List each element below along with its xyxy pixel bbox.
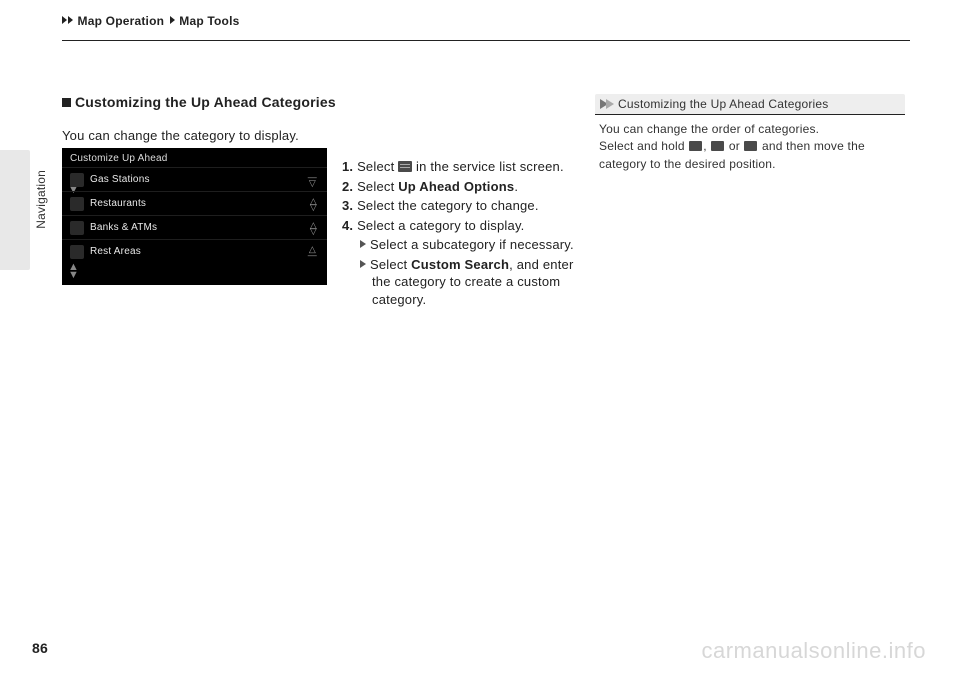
restaurant-icon <box>70 197 84 211</box>
scroll-down-icon: ▲▼ <box>68 263 82 279</box>
grip-icon: △▽ <box>310 222 317 234</box>
list-item: Gas Stations —▽ <box>62 167 327 191</box>
step: 3. Select the category to change. <box>342 197 582 215</box>
tip-text: , <box>703 139 710 153</box>
step-keyword: Up Ahead Options <box>398 179 514 194</box>
substep-keyword: Custom Search <box>411 257 509 272</box>
tip-line: Select and hold , or and then move the c… <box>599 138 901 173</box>
rest-area-icon <box>70 245 84 259</box>
breadcrumb-item: Map Operation <box>78 14 165 28</box>
section-tab-label: Navigation <box>34 170 48 229</box>
list-item-label: Restaurants <box>90 198 146 209</box>
bullet-square-icon <box>62 98 71 107</box>
step-number: 1. <box>342 159 353 174</box>
step-text: . <box>514 179 518 194</box>
tip-text: or <box>725 139 743 153</box>
chevron-right-icon <box>62 16 67 24</box>
grip-icon: —▽ <box>308 174 317 186</box>
tip-title: Customizing the Up Ahead Categories <box>618 97 828 111</box>
device-screenshot: Customize Up Ahead ▲▼ Gas Stations —▽ Re… <box>62 148 327 285</box>
watermark: carmanualsonline.info <box>701 638 926 664</box>
step: 4. Select a category to display. <box>342 217 582 235</box>
step-text: Select <box>357 179 398 194</box>
grip-icon: △▽ <box>310 198 317 210</box>
chevron-right-icon <box>68 16 73 24</box>
grip-icon <box>744 141 757 151</box>
list-item: Rest Areas △— <box>62 239 327 263</box>
step-text: Select <box>357 159 398 174</box>
bank-icon <box>70 221 84 235</box>
tip-icon <box>606 99 614 109</box>
tip-text: Select and hold <box>599 139 688 153</box>
grip-icon <box>711 141 724 151</box>
page-number: 86 <box>32 640 48 656</box>
breadcrumb-item: Map Tools <box>179 14 239 28</box>
substep: Select Custom Search, and enter the cate… <box>342 256 582 309</box>
heading-text: Customizing the Up Ahead Categories <box>75 94 336 110</box>
section-heading: Customizing the Up Ahead Categories <box>62 94 336 110</box>
tip-body: You can change the order of categories. … <box>595 115 905 179</box>
section-tab <box>0 150 30 270</box>
breadcrumb: Map Operation Map Tools <box>62 14 240 28</box>
triangle-right-icon <box>360 240 366 248</box>
list-item: Banks & ATMs △▽ <box>62 215 327 239</box>
list-item-label: Rest Areas <box>90 246 141 257</box>
grip-icon: △— <box>308 246 317 258</box>
intro-text: You can change the category to display. <box>62 128 299 143</box>
step-text: Select a category to display. <box>357 218 524 233</box>
substep-text: Select a subcategory if necessary. <box>370 237 574 252</box>
screenshot-title: Customize Up Ahead <box>62 148 327 167</box>
step-number: 2. <box>342 179 353 194</box>
tip-header: Customizing the Up Ahead Categories <box>595 94 905 114</box>
step: 1. Select in the service list screen. <box>342 158 582 176</box>
step-number: 3. <box>342 198 353 213</box>
step: 2. Select Up Ahead Options. <box>342 178 582 196</box>
substep-text: Select <box>370 257 411 272</box>
menu-icon <box>398 161 412 172</box>
gas-station-icon <box>70 173 84 187</box>
list-item-label: Banks & ATMs <box>90 222 157 233</box>
tip-card: Customizing the Up Ahead Categories You … <box>595 94 905 179</box>
triangle-right-icon <box>360 260 366 268</box>
step-text: in the service list screen. <box>412 159 564 174</box>
chevron-right-icon <box>170 16 175 24</box>
list-item: Restaurants △▽ <box>62 191 327 215</box>
step-text: Select the category to change. <box>357 198 539 213</box>
tip-line: You can change the order of categories. <box>599 121 901 138</box>
substep: Select a subcategory if necessary. <box>342 236 582 254</box>
list-item-label: Gas Stations <box>90 174 150 185</box>
instruction-list: 1. Select in the service list screen. 2.… <box>342 158 582 310</box>
grip-icon <box>689 141 702 151</box>
step-number: 4. <box>342 218 353 233</box>
divider <box>62 40 910 41</box>
